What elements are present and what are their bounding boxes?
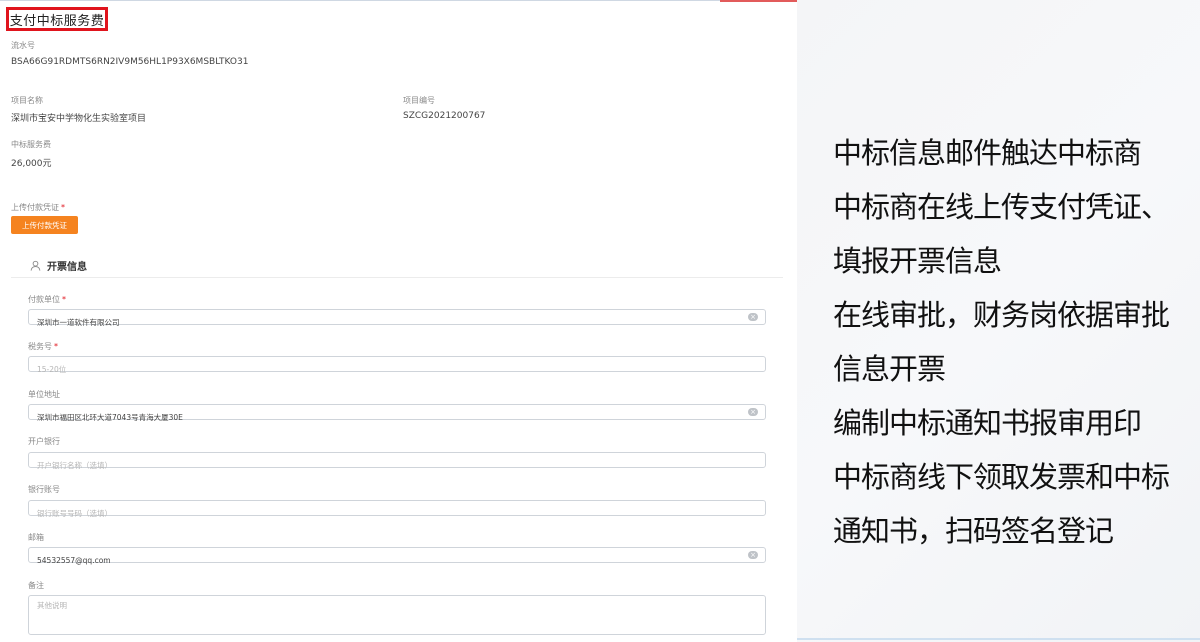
clear-icon[interactable]: × xyxy=(748,551,758,559)
address-field[interactable]: × xyxy=(28,404,766,425)
top-divider xyxy=(0,0,720,1)
invoice-section-title: 开票信息 xyxy=(47,262,87,273)
account-field[interactable] xyxy=(28,500,766,521)
tax-no-label: 税务号 * xyxy=(28,341,58,352)
top-accent-divider xyxy=(720,0,800,2)
bank-field[interactable] xyxy=(28,452,766,473)
required-mark: * xyxy=(62,295,66,304)
process-note: 信息开票 xyxy=(833,352,946,386)
payer-input[interactable] xyxy=(29,315,737,330)
payer-field[interactable]: × xyxy=(28,309,766,330)
address-label: 单位地址 xyxy=(28,390,60,399)
process-notes-list: 中标信息邮件触达中标商 中标商在线上传支付凭证、 填报开票信息 在线审批，财务岗… xyxy=(833,126,1170,558)
remark-label: 备注 xyxy=(28,581,44,590)
email-label: 邮箱 xyxy=(28,533,44,542)
required-mark: * xyxy=(61,203,65,212)
fee-label: 中标服务费 xyxy=(11,140,51,149)
email-input[interactable] xyxy=(29,553,737,568)
process-notes-panel: 中标信息邮件触达中标商 中标商在线上传支付凭证、 填报开票信息 在线审批，财务岗… xyxy=(797,0,1200,642)
email-field[interactable]: × xyxy=(28,547,766,568)
process-note: 中标商线下领取发票和中标 xyxy=(833,460,1170,494)
bank-label: 开户银行 xyxy=(28,437,60,446)
project-name-value: 深圳市宝安中学物化生实验室项目 xyxy=(11,114,147,124)
payment-form: 支付中标服务费 流水号 BSA66G91RDMTS6RN2IV9M56HL1P9… xyxy=(0,0,800,642)
process-note: 中标商在线上传支付凭证、 xyxy=(833,190,1170,224)
payer-label: 付款单位 * xyxy=(28,294,66,305)
bank-input[interactable] xyxy=(29,458,737,473)
process-note: 编制中标通知书报审用印 xyxy=(833,406,1142,440)
upload-label-text: 上传付款凭证 xyxy=(11,203,59,212)
bottom-divider xyxy=(797,638,1200,640)
process-note: 中标信息邮件触达中标商 xyxy=(833,136,1142,170)
remark-textarea[interactable] xyxy=(29,596,729,634)
page-title-highlight: 支付中标服务费 xyxy=(6,7,108,31)
tax-no-field[interactable] xyxy=(28,356,766,377)
account-label: 银行账号 xyxy=(28,485,60,494)
fee-value: 26,000元 xyxy=(11,159,52,169)
required-mark: * xyxy=(54,342,58,351)
project-name-label: 项目名称 xyxy=(11,96,43,105)
tax-no-input[interactable] xyxy=(29,362,737,377)
upload-proof-button[interactable]: 上传付款凭证 xyxy=(11,216,78,234)
invoice-section-header: 开票信息 xyxy=(30,258,87,273)
project-code-value: SZCG2021200767 xyxy=(403,111,486,121)
page-title: 支付中标服务费 xyxy=(9,13,105,29)
project-code-label: 项目编号 xyxy=(403,96,435,105)
clear-icon[interactable]: × xyxy=(748,313,758,321)
serial-label: 流水号 xyxy=(11,41,35,50)
upload-label: 上传付款凭证 * xyxy=(11,202,65,213)
account-input[interactable] xyxy=(29,506,737,521)
clear-icon[interactable]: × xyxy=(748,408,758,416)
section-divider xyxy=(11,277,783,278)
process-note: 通知书，扫码签名登记 xyxy=(833,514,1114,548)
address-input[interactable] xyxy=(29,410,737,425)
tax-no-label-text: 税务号 xyxy=(28,342,52,351)
payer-label-text: 付款单位 xyxy=(28,295,60,304)
serial-value: BSA66G91RDMTS6RN2IV9M56HL1P93X6MSBLTKO31 xyxy=(11,57,249,67)
remark-field[interactable] xyxy=(28,595,766,635)
process-note: 填报开票信息 xyxy=(833,244,1002,278)
user-icon xyxy=(30,260,41,271)
process-note: 在线审批，财务岗依据审批 xyxy=(833,298,1170,332)
